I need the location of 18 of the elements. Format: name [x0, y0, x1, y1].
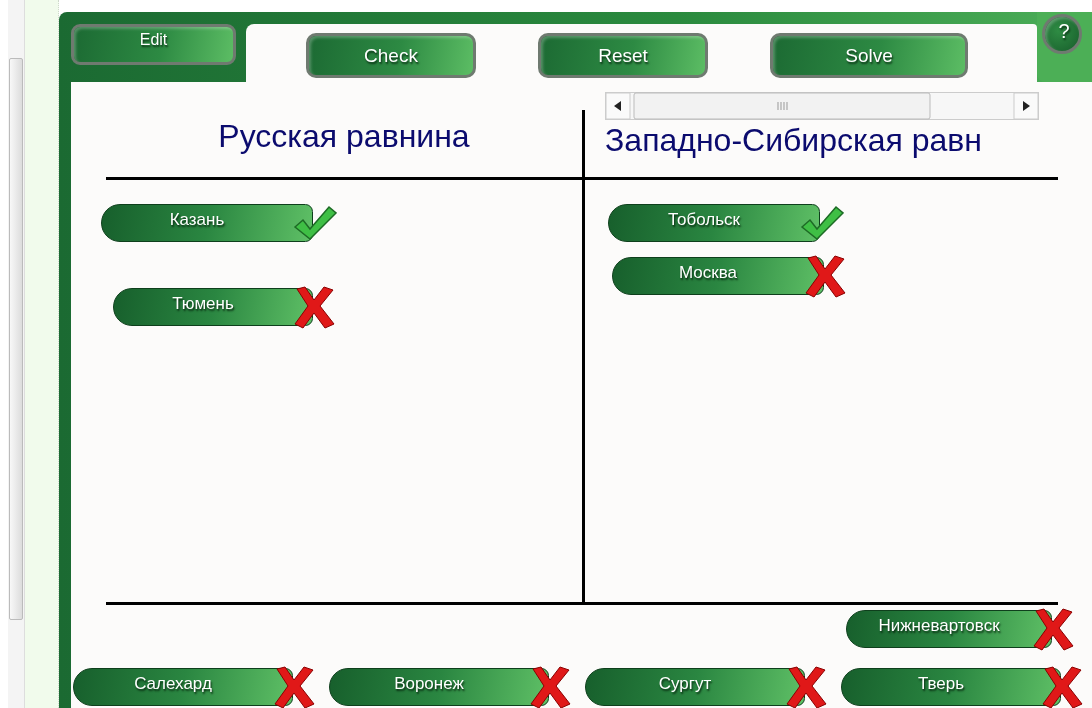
edit-button[interactable]: Edit: [71, 24, 236, 65]
city-chip[interactable]: Сургут: [585, 668, 805, 706]
city-chip[interactable]: Салехард: [73, 668, 293, 706]
city-chip[interactable]: Москва: [612, 257, 824, 295]
city-chip[interactable]: Тверь: [841, 668, 1061, 706]
column-heading: Западно-Сибирская равн: [605, 122, 983, 159]
help-button[interactable]: ?: [1042, 14, 1082, 54]
vertical-scrollbar[interactable]: [8, 0, 25, 708]
city-chip[interactable]: Тобольск: [608, 204, 820, 242]
city-chip[interactable]: Воронеж: [329, 668, 549, 706]
horizontal-scrollbar[interactable]: [605, 92, 1039, 120]
column-heading: Русская равнина: [218, 118, 470, 156]
toolbar-button[interactable]: Check: [306, 33, 476, 78]
toolbar-button[interactable]: Reset: [538, 33, 708, 78]
city-chip[interactable]: Тюмень: [113, 288, 313, 326]
toolbar-button[interactable]: Solve: [770, 33, 968, 78]
city-chip[interactable]: Нижневартовск: [846, 610, 1052, 648]
city-chip[interactable]: Казань: [101, 204, 313, 242]
